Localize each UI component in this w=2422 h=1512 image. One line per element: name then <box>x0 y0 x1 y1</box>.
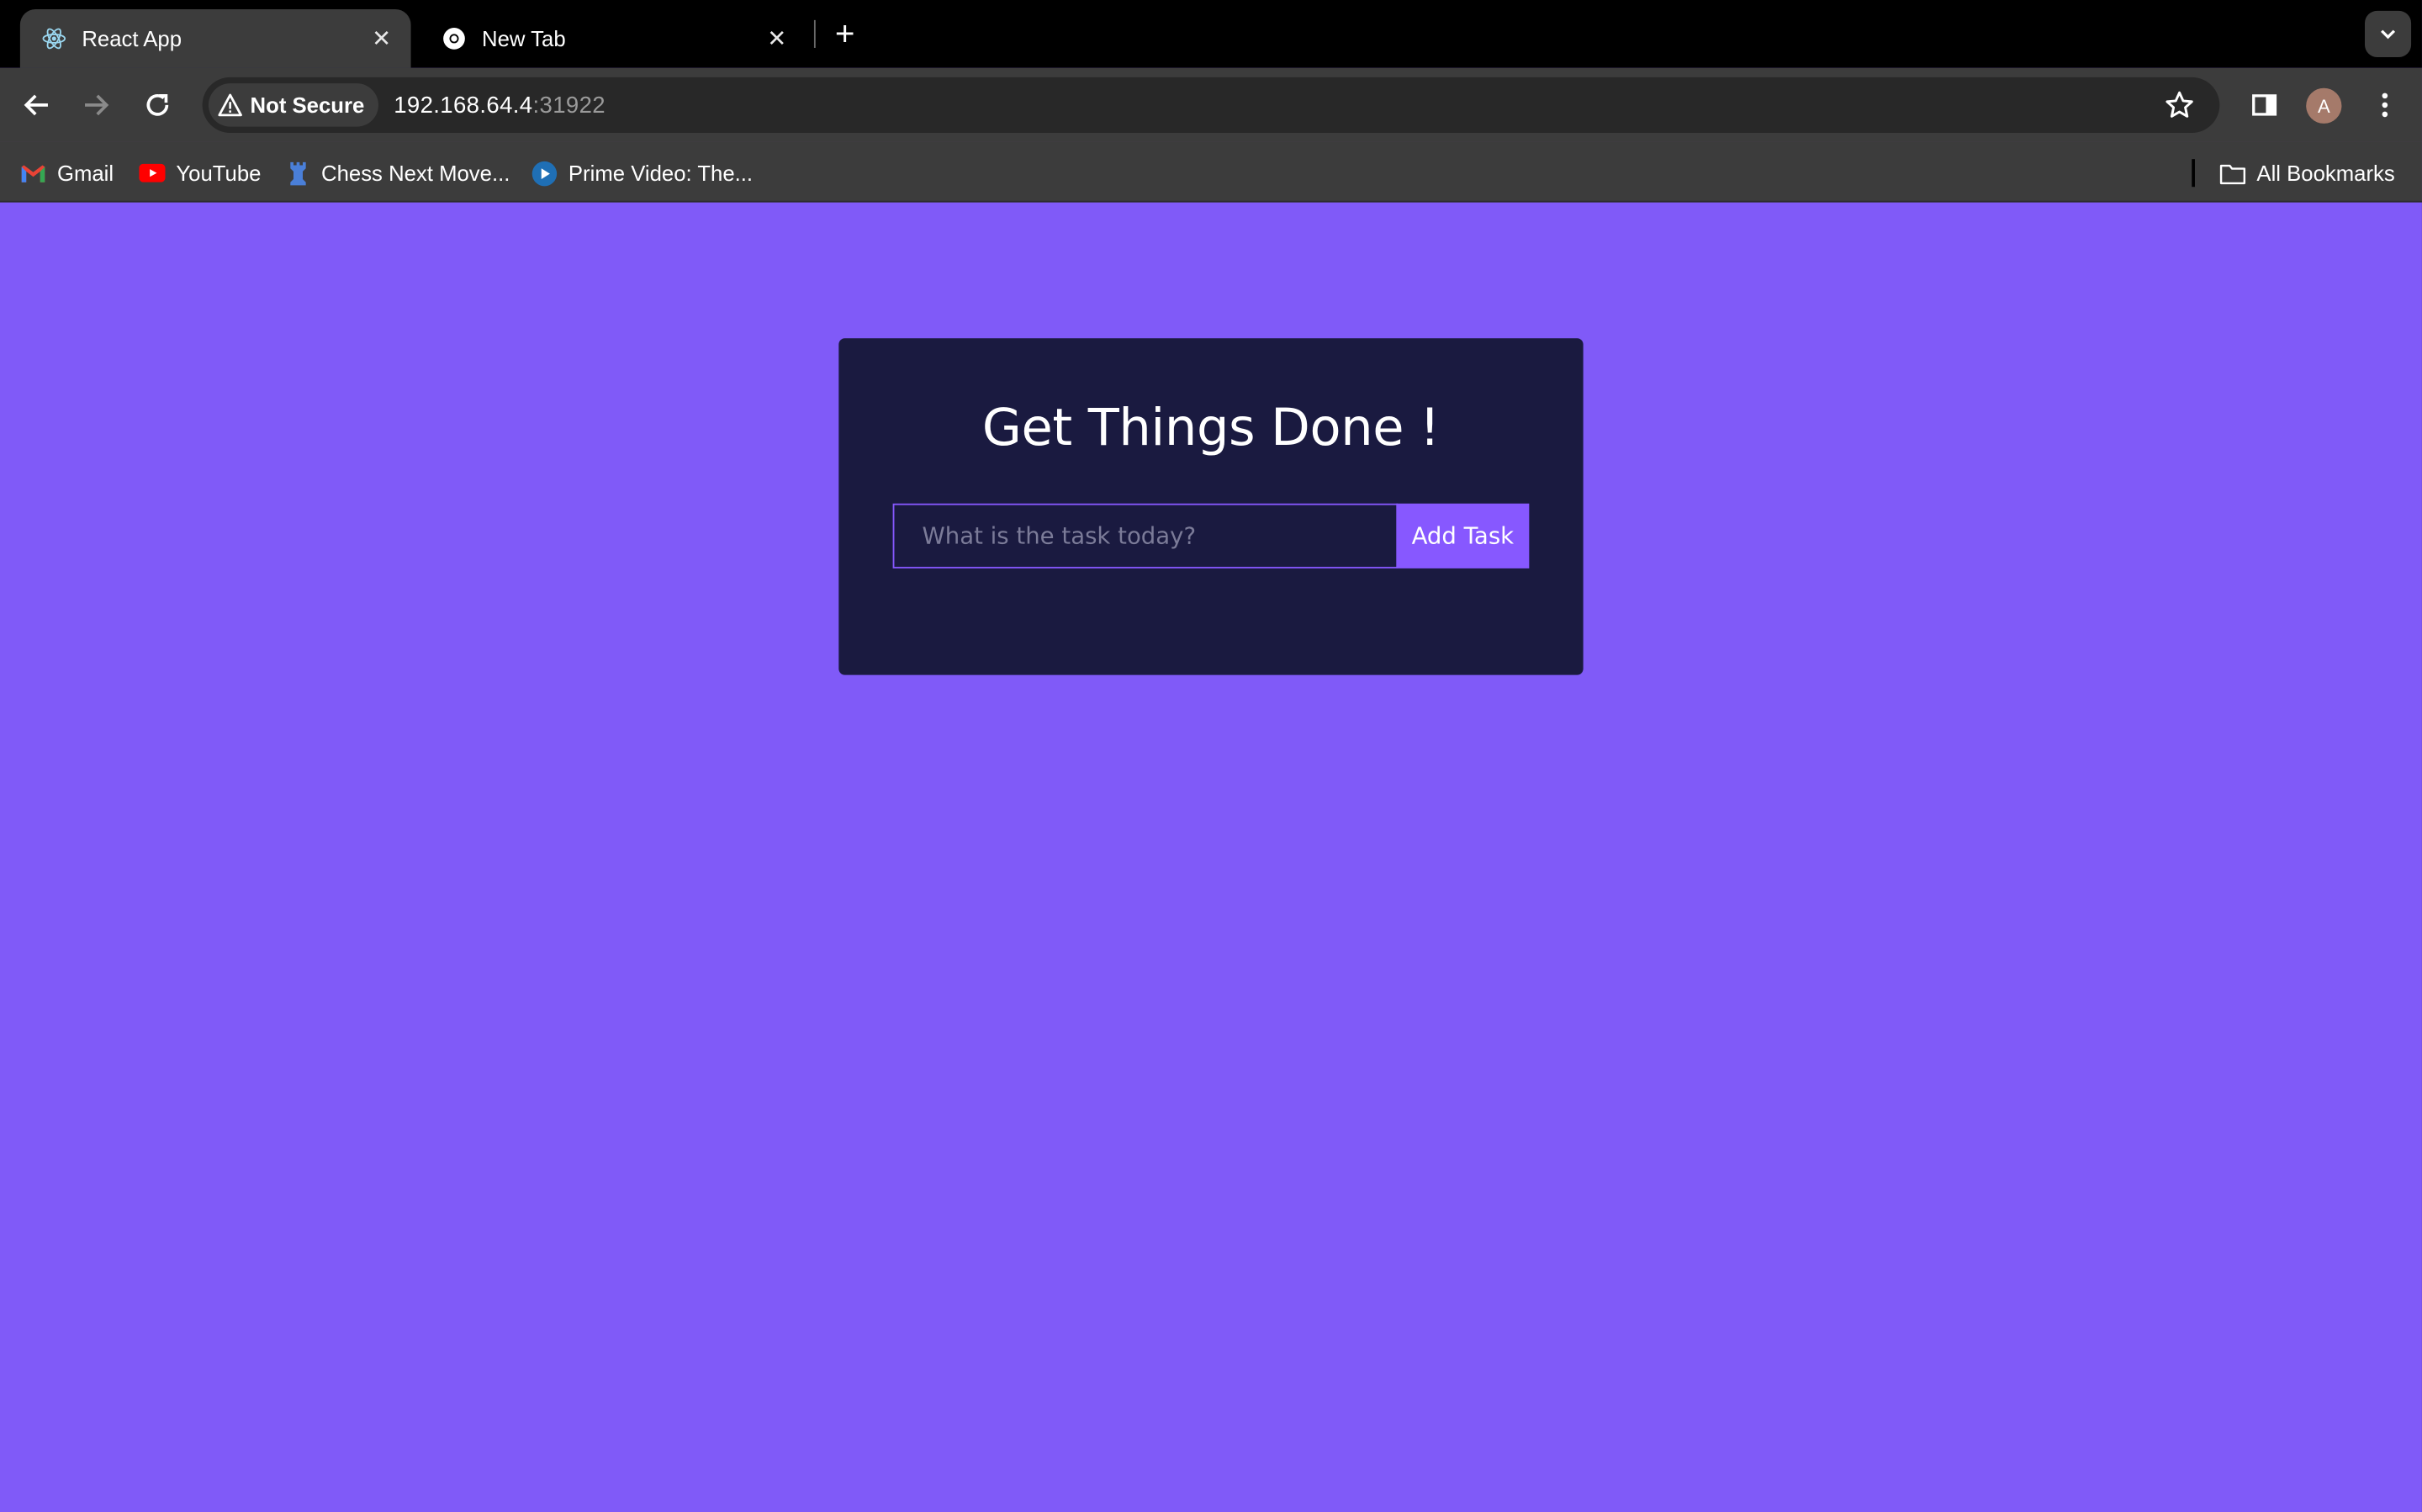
bookmarks-divider <box>2192 159 2195 188</box>
profile-avatar[interactable]: A <box>2306 87 2342 124</box>
browser-window: React App ✕ New Tab ✕ + Not Secure 192.1… <box>0 0 2422 1512</box>
browser-toolbar: Not Secure 192.168.64.4:31922 A <box>0 67 2422 142</box>
youtube-icon <box>139 160 166 186</box>
security-label: Not Secure <box>250 93 365 118</box>
tab-new-tab[interactable]: New Tab ✕ <box>420 9 806 68</box>
forward-arrow-icon[interactable] <box>76 85 116 125</box>
tab-separator <box>813 19 816 48</box>
bookmark-label: Chess Next Move... <box>321 161 510 186</box>
bookmark-label: YouTube <box>176 161 262 186</box>
bookmark-label: Prime Video: The... <box>568 161 754 186</box>
bookmark-chess[interactable]: Chess Next Move... <box>284 157 510 188</box>
bookmarks-bar: Gmail YouTube Chess Next Move... Prime V… <box>0 141 2422 203</box>
bookmark-label: Gmail <box>56 161 114 186</box>
tab-close-icon[interactable]: ✕ <box>763 24 791 52</box>
prime-video-icon <box>531 160 558 186</box>
tab-search-chevron-down-icon[interactable] <box>2364 10 2412 57</box>
todo-wrapper: Get Things Done ! Add Task <box>838 338 1584 675</box>
kebab-menu-icon[interactable] <box>2368 88 2402 122</box>
bookmark-star-icon[interactable] <box>2164 90 2195 121</box>
side-panel-icon[interactable] <box>2247 88 2281 122</box>
all-bookmarks-label: All Bookmarks <box>2256 161 2395 186</box>
task-input[interactable] <box>892 503 1399 568</box>
url-host: 192.168.64.4 <box>394 92 533 119</box>
security-chip[interactable]: Not Secure <box>208 83 378 127</box>
address-bar[interactable]: Not Secure 192.168.64.4:31922 <box>202 77 2220 133</box>
url-text[interactable]: 192.168.64.4:31922 <box>394 92 606 118</box>
url-port: :31922 <box>532 92 606 119</box>
reload-icon[interactable] <box>137 85 177 125</box>
new-tab-plus-icon[interactable]: + <box>827 14 864 53</box>
tab-title: React App <box>82 26 182 51</box>
tab-react-app[interactable]: React App ✕ <box>19 9 411 68</box>
tab-strip: React App ✕ New Tab ✕ + <box>0 0 2422 68</box>
back-arrow-icon[interactable] <box>17 85 57 125</box>
bookmark-gmail[interactable]: Gmail <box>20 157 114 188</box>
chess-rook-icon <box>284 160 310 186</box>
chrome-icon <box>442 26 466 50</box>
folder-icon <box>2219 160 2246 186</box>
react-icon <box>42 26 66 50</box>
add-task-button[interactable]: Add Task <box>1396 503 1530 568</box>
gmail-icon <box>20 160 46 186</box>
bookmark-prime-video[interactable]: Prime Video: The... <box>531 157 753 188</box>
tab-title: New Tab <box>482 26 566 51</box>
tab-close-icon[interactable]: ✕ <box>368 24 395 52</box>
warning-triangle-icon <box>218 93 242 117</box>
page-title: Get Things Done ! <box>981 397 1441 457</box>
bookmark-youtube[interactable]: YouTube <box>139 157 261 188</box>
all-bookmarks[interactable]: All Bookmarks <box>2219 157 2395 188</box>
